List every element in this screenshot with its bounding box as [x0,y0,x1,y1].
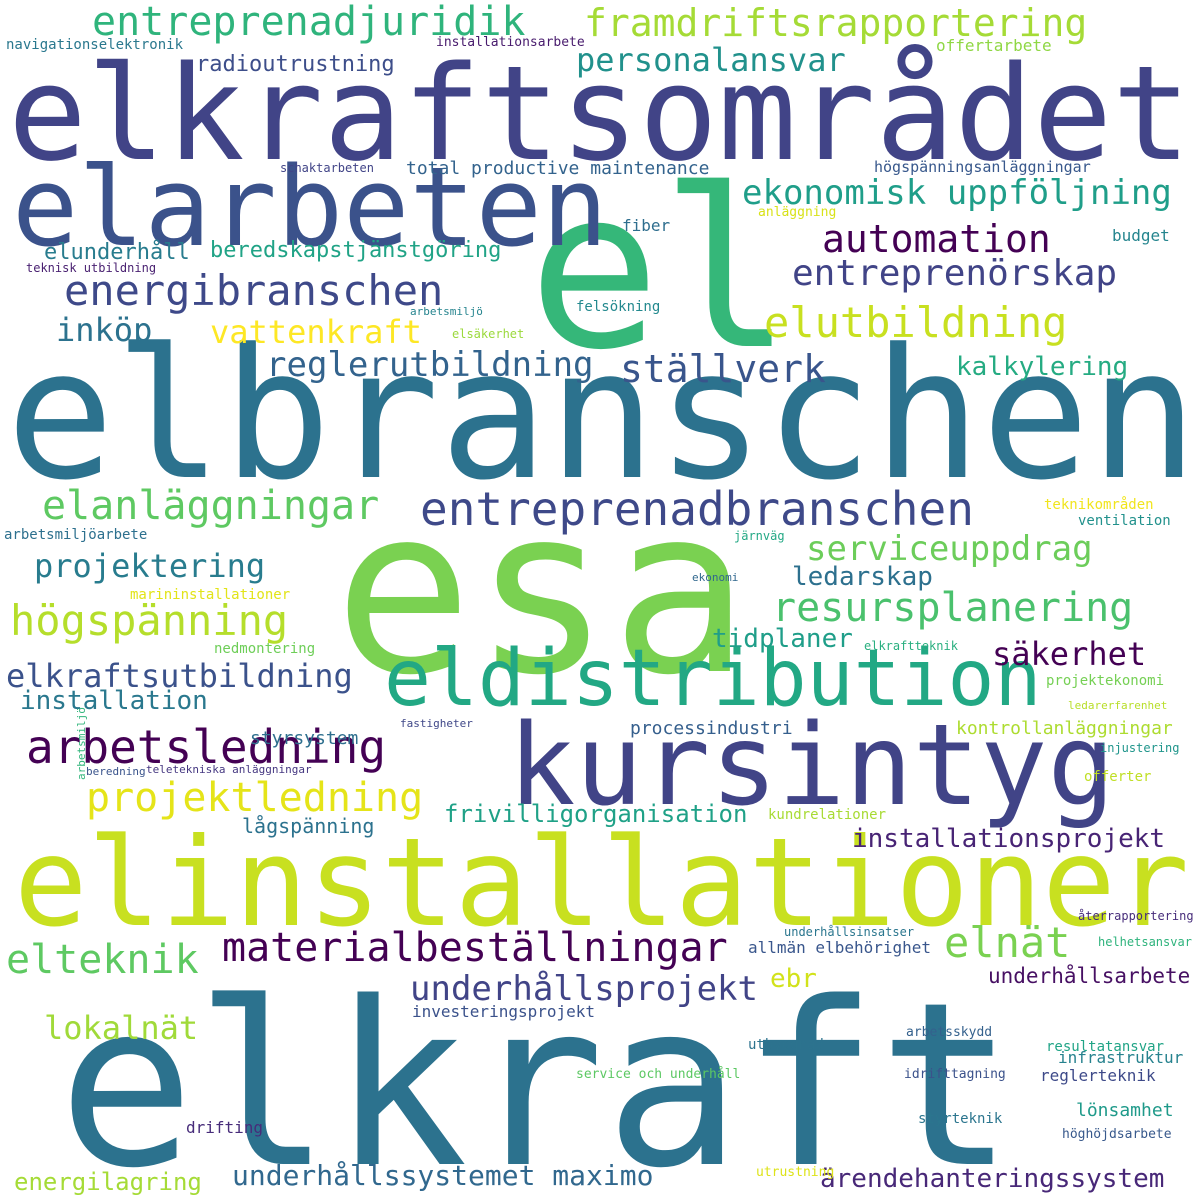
word-styrsystem: styrsystem [250,728,359,749]
word-ventilation: ventilation [1078,513,1171,529]
word-marininstallationer: marininstallationer [130,587,291,603]
word-reglerutbildning: reglerutbildning [266,345,594,385]
word-offerter: offerter [1084,769,1152,785]
word-injustering: injustering [1100,741,1180,755]
word-teknisk-utbildning: teknisk utbildning [26,261,157,275]
word-idrifttagning: idrifttagning [904,1067,1006,1082]
word-schaktarbeten: schaktarbeten [280,161,374,175]
word-total-productive-maintenance: total productive maintenance [406,158,710,179]
word-automation: automation [822,217,1051,261]
word-nedmontering: nedmontering [214,641,316,657]
word-arbetsskydd: arbetsskydd [906,1025,993,1040]
word-allman-elbehorighet: allmän elbehörighet [748,938,932,957]
word-resursplanering: resursplanering [772,585,1134,631]
word-investeringsprojekt: investeringsprojekt [412,1002,596,1021]
word-underhallsinsatser: underhållsinsatser [784,925,915,939]
word-elanlaggningar: elanläggningar [42,483,380,529]
word-energibranschen: energibranschen [64,266,444,315]
word-arbetsmiljoarbete: arbetsmiljöarbete [4,527,148,543]
word-underhallssystemet-maximo: underhållssystemet maximo [232,1159,654,1192]
word-arbetsmiljo: arbetsmiljö [410,305,483,318]
word-energilagring: energilagring [14,1168,202,1196]
word-arendehanteringssystem: ärendehanteringssystem [820,1164,1165,1194]
word-offertarbete: offertarbete [936,36,1052,55]
word-projektledning: projektledning [86,775,424,821]
word-entreprenadbranschen: entreprenadbranschen [420,482,974,536]
word-entreprenorskap: entreprenörskap [792,253,1118,294]
word-hogspanning: högspänning [10,596,289,645]
word-vattenkraft: vattenkraft [210,313,422,351]
word-installationsarbete: installationsarbete [436,35,585,50]
word-lagspanning: lågspänning [242,814,375,838]
word-personalansvar: personalansvar [576,41,846,79]
word-jarnvag: järnväg [734,529,785,543]
word-budget: budget [1112,226,1170,245]
word-hogspanningsanlaggningar: högspänningsanläggningar [874,158,1091,176]
word-hoghojdsarbete: höghöjdsarbete [1062,1127,1172,1142]
word-elkraftteknik: elkraftteknik [864,639,958,653]
word-underhallsprojekt: underhållsprojekt [410,969,758,1009]
word-ledarskap: ledarskap [792,562,933,592]
word-helhetsansvar: helhetsansvar [1098,935,1192,949]
word-beredning: beredning [86,765,146,778]
word-ebr: ebr [770,964,817,994]
word-tidplaner: tidplaner [712,624,853,654]
word-ekonomi: ekonomi [692,571,739,584]
word-fiber: fiber [622,216,671,235]
word-service-och-underhall: service och underhåll [576,1067,741,1082]
word-frivilligorganisation: frivilligorganisation [444,800,748,828]
word-kalkylering: kalkylering [956,352,1129,382]
word-ledarerfarenhet: ledarerfarenhet [1068,699,1168,712]
word-elnat: elnät [944,918,1071,967]
word-processindustri: processindustri [630,718,793,739]
word-anlaggning: anläggning [758,205,837,220]
word-navigationselektronik: navigationselektronik [6,37,184,53]
word-elteknik: elteknik [6,937,199,983]
word-beredskapstjanstgoring: beredskapstjänstgöring [210,238,502,263]
word-aterrapportering: återrapportering [1078,909,1194,923]
word-inkop: inköp [56,311,153,349]
word-kundrelationer: kundrelationer [768,807,887,823]
word-underhallsarbete: underhållsarbete [988,964,1191,988]
word-installationsprojekt: installationsprojekt [852,824,1166,854]
word-sakerhet: säkerhet [992,635,1147,673]
word-elutbildning: elutbildning [764,298,1068,347]
word-drifting: drifting [186,1118,264,1137]
word-infrastruktur: infrastruktur [1058,1048,1184,1067]
word-fastigheter: fastigheter [400,717,473,730]
word-installation: installation [20,686,208,716]
word-stallverk: ställverk [620,347,826,391]
word-utbyggnad: utbyggnad [748,1037,824,1053]
word-elsakerhet: elsäkerhet [452,327,525,341]
word-reglerteknik: reglerteknik [1040,1066,1156,1085]
word-serviceuppdrag: serviceuppdrag [806,529,1093,569]
word-cloud: elkraft elbranschen esa elkraftsområdet … [0,0,1200,1200]
word-radioutrustning: radioutrustning [196,52,395,77]
word-styrteknik: styrteknik [918,1111,1003,1127]
word-lonsamhet: lönsamhet [1076,1100,1174,1121]
word-kontrollanlaggningar: kontrollanläggningar [956,718,1173,739]
word-projektering: projektering [34,547,266,585]
word-teletekniska-anlaggningar: teletekniska anläggningar [146,763,312,776]
word-materialbestallningar: materialbeställningar [222,925,728,971]
word-teknikomraden: teknikområden [1044,497,1154,513]
word-felsokning: felsökning [576,299,661,315]
word-projektekonomi: projektekonomi [1046,673,1165,689]
word-utrustning: utrustning [756,1165,835,1180]
word-lokalnat: lokalnät [44,1009,199,1047]
